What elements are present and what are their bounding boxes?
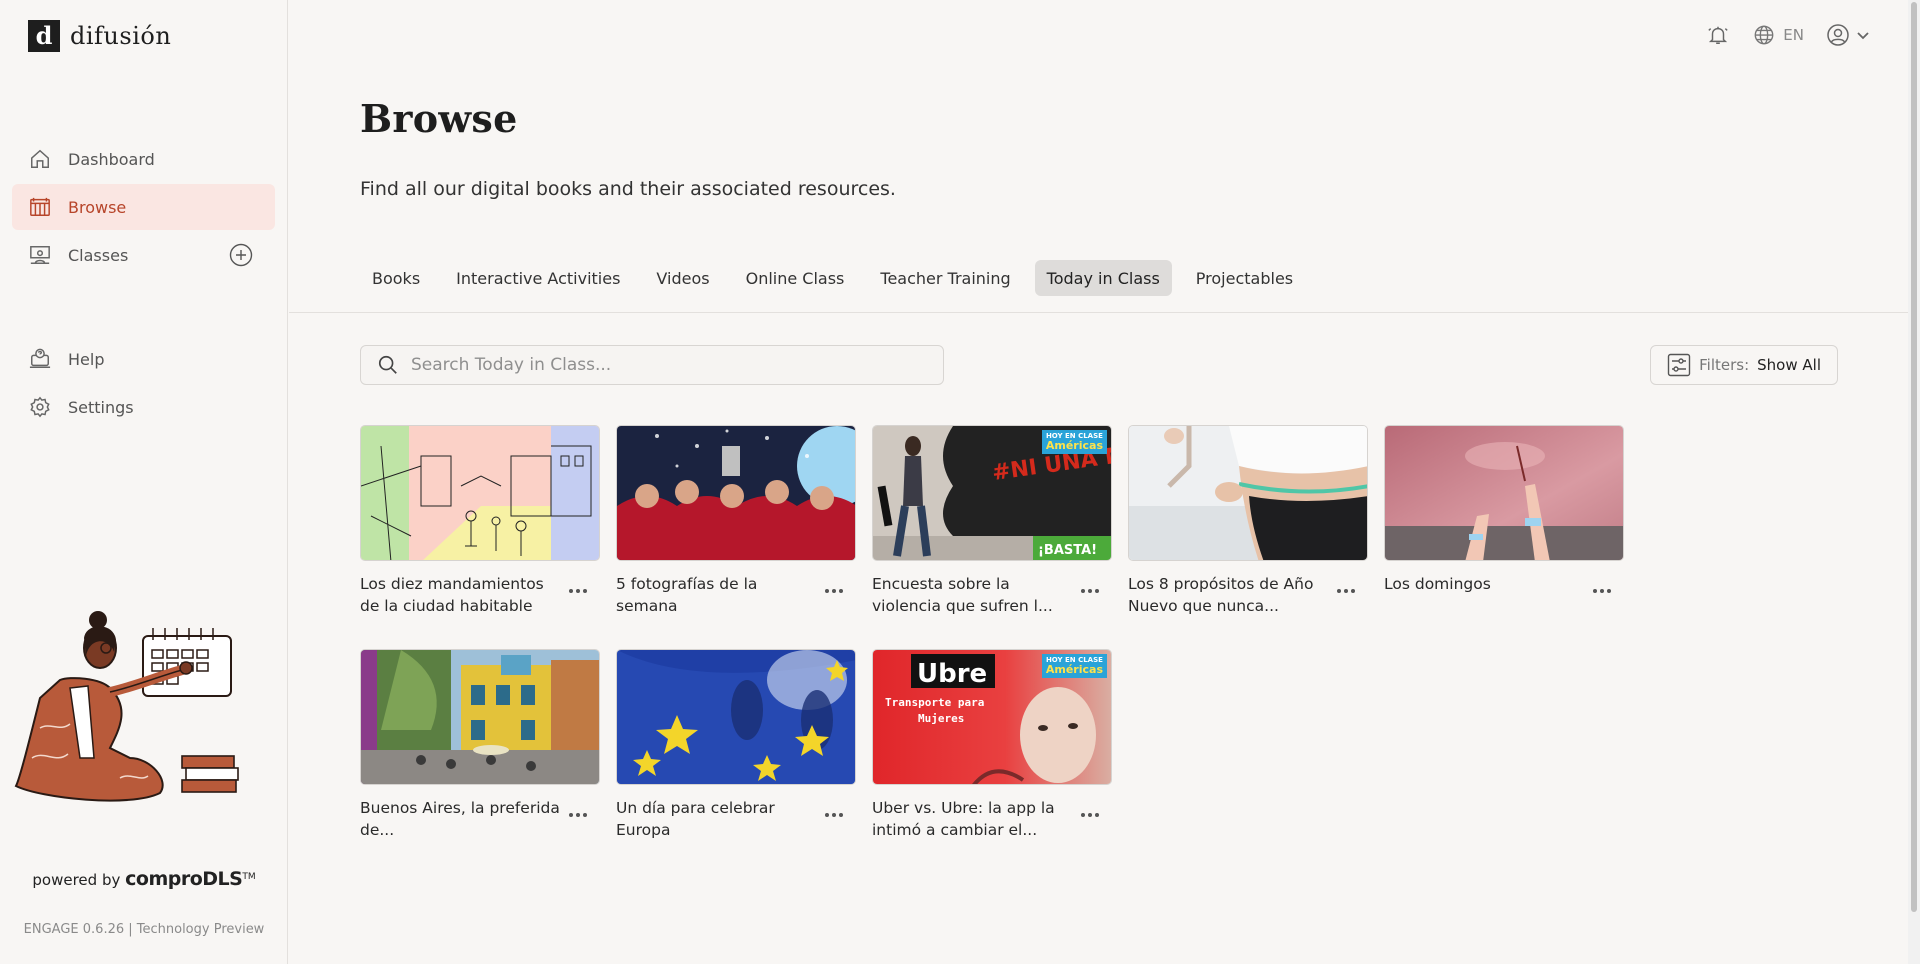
hoy-en-clase-badge: HOY EN CLASE Américas (1041, 654, 1107, 678)
more-options-icon[interactable] (822, 805, 846, 825)
page-scrollbar[interactable] (1908, 0, 1920, 964)
card-title: Los 8 propósitos de Año Nuevo que nunca.… (1128, 575, 1314, 615)
resource-card[interactable]: Buenos Aires, la preferida de... (360, 649, 600, 839)
resource-card[interactable]: Los 8 propósitos de Año Nuevo que nunca.… (1128, 425, 1368, 615)
difusion-logo[interactable]: d difusión (28, 20, 171, 52)
logo-text: difusión (70, 22, 172, 50)
powered-by: powered by comproDLSTM (0, 868, 288, 890)
powered-prefix: powered by (32, 871, 121, 889)
card-thumbnail[interactable] (1128, 425, 1368, 561)
tab-online-class[interactable]: Online Class (734, 260, 857, 296)
resource-card[interactable]: Los domingos (1384, 425, 1624, 593)
filters-button[interactable]: Filters: Show All (1650, 345, 1838, 385)
more-options-icon[interactable] (822, 581, 846, 601)
sidebar-item-classes[interactable]: Classes (12, 232, 275, 278)
trademark: TM (242, 872, 256, 882)
tab-projectables[interactable]: Projectables (1184, 260, 1305, 296)
search-input[interactable] (411, 355, 931, 375)
card-title: Encuesta sobre la violencia que sufren l… (872, 575, 1053, 615)
card-title: Los diez mandamientos de la ciudad habit… (360, 575, 544, 615)
card-title: Uber vs. Ubre: la app la intimó a cambia… (872, 799, 1055, 839)
logo-mark: d (28, 20, 60, 52)
sidebar-item-label: Settings (68, 397, 134, 417)
sidebar-item-browse[interactable]: Browse (12, 184, 275, 230)
resource-card[interactable]: Un día para celebrar Europa (616, 649, 856, 839)
tab-teacher-training[interactable]: Teacher Training (868, 260, 1022, 296)
more-options-icon[interactable] (1590, 581, 1614, 601)
secondary-nav: Help Settings (12, 336, 275, 432)
help-icon (28, 347, 52, 371)
card-thumbnail[interactable] (360, 649, 600, 785)
classroom-icon (28, 243, 52, 267)
more-options-icon[interactable] (1078, 581, 1102, 601)
more-options-icon[interactable] (566, 805, 590, 825)
tab-today-in-class[interactable]: Today in Class (1034, 260, 1172, 296)
sidebar-item-label: Classes (68, 245, 129, 265)
badge-main-text: Américas (1045, 663, 1103, 676)
resource-card[interactable]: Ubre Transporte para Mujeres HOY EN CLASE… (872, 649, 1112, 839)
thumbnail-caption: ¡BASTA! (1038, 543, 1097, 558)
sidebar-item-label: Browse (68, 197, 127, 217)
sidebar-item-label: Dashboard (68, 149, 155, 169)
card-thumbnail[interactable]: Ubre Transporte para Mujeres HOY EN CLASE… (872, 649, 1112, 785)
search-box (360, 345, 944, 385)
card-thumbnail[interactable] (1384, 425, 1624, 561)
scrollbar-thumb[interactable] (1911, 2, 1917, 912)
card-title: Los domingos (1384, 575, 1491, 593)
add-class-icon[interactable] (229, 243, 253, 267)
resource-card[interactable]: 5 fotografías de la semana (616, 425, 856, 615)
card-thumbnail[interactable] (616, 649, 856, 785)
comprodls-logo: comproDLS (125, 868, 243, 890)
gear-icon (28, 395, 52, 419)
resource-card[interactable]: #NI UNA MENOS ¡BASTA! HOY EN CLASE Améric… (872, 425, 1112, 615)
card-thumbnail[interactable] (360, 425, 600, 561)
page-title: Browse (360, 96, 518, 141)
resource-card[interactable]: Los diez mandamientos de la ciudad habit… (360, 425, 600, 615)
tab-videos[interactable]: Videos (644, 260, 721, 296)
search-icon (378, 355, 397, 374)
library-icon (28, 195, 52, 219)
content-tabs: Books Interactive Activities Videos Onli… (360, 260, 1305, 296)
sidebar-item-settings[interactable]: Settings (12, 384, 275, 430)
card-thumbnail[interactable] (616, 425, 856, 561)
sliders-icon (1667, 353, 1691, 377)
more-options-icon[interactable] (566, 581, 590, 601)
more-options-icon[interactable] (1078, 805, 1102, 825)
card-title: 5 fotografías de la semana (616, 575, 758, 615)
more-options-icon[interactable] (1334, 581, 1358, 601)
card-thumbnail[interactable]: #NI UNA MENOS ¡BASTA! HOY EN CLASE Améric… (872, 425, 1112, 561)
tab-interactive-activities[interactable]: Interactive Activities (444, 260, 632, 296)
home-icon (28, 147, 52, 171)
badge-main-text: Américas (1045, 439, 1103, 452)
filters-label: Filters: (1699, 356, 1750, 374)
tab-books[interactable]: Books (360, 260, 432, 296)
sidebar-item-dashboard[interactable]: Dashboard (12, 136, 275, 182)
hoy-en-clase-badge: HOY EN CLASE Américas (1041, 430, 1107, 454)
filters-value: Show All (1757, 356, 1821, 374)
sidebar-item-label: Help (68, 349, 105, 369)
page-subtitle: Find all our digital books and their ass… (360, 178, 896, 200)
main-nav: Dashboard Browse Classes (12, 136, 275, 280)
version-text: ENGAGE 0.6.26 | Technology Preview (23, 922, 265, 937)
card-title: Un día para celebrar Europa (616, 799, 775, 839)
main-content: Browse Find all our digital books and th… (289, 0, 1908, 964)
tabs-divider (289, 312, 1908, 313)
teacher-illustration (10, 608, 250, 813)
card-title: Buenos Aires, la preferida de... (360, 799, 560, 839)
sidebar-item-help[interactable]: Help (12, 336, 275, 382)
sidebar: d difusión Dashboard Browse Classes Help… (0, 0, 288, 964)
thumbnail-logo-text: Ubre (917, 659, 987, 689)
